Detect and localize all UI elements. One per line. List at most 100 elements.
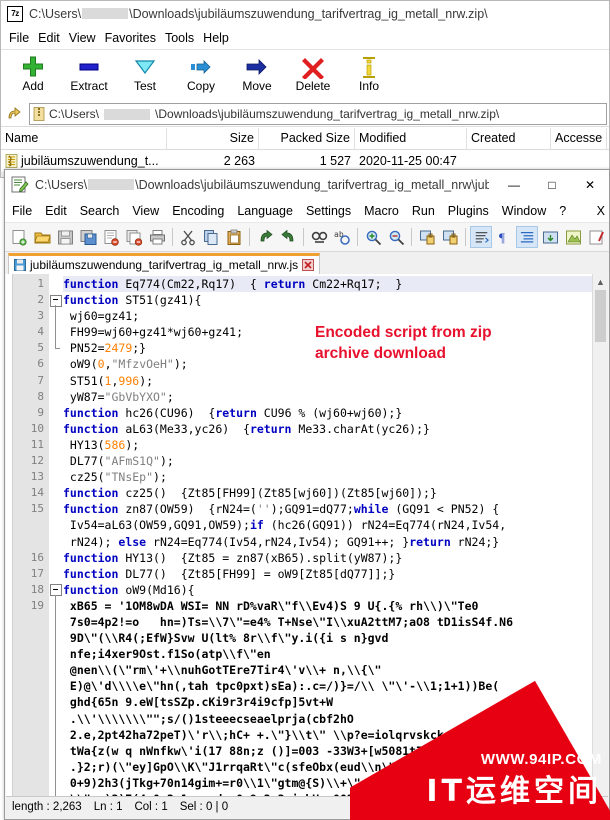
code-line: function cz25() {Zt85[FH99](Zt85[wj60])(… [63, 486, 437, 501]
copy-button[interactable]: Copy [173, 50, 229, 93]
delete-button[interactable]: Delete [285, 50, 341, 93]
sevenzip-addressbar: C:\Users\ \Downloads\jubiläumszuwendung_t… [1, 102, 609, 126]
column-size[interactable]: Size [167, 127, 259, 149]
menu-macro[interactable]: Macro [364, 204, 412, 218]
line-number: 15 [30, 502, 44, 516]
replace-icon[interactable]: ab [331, 226, 353, 248]
user-defined-language-icon[interactable] [539, 226, 561, 248]
column-modified[interactable]: Modified [355, 127, 467, 149]
save-file-icon[interactable] [54, 226, 76, 248]
sync-vertical-scroll-icon[interactable] [416, 226, 438, 248]
paste-icon[interactable] [223, 226, 245, 248]
scroll-thumb[interactable] [595, 290, 606, 342]
fold-toggle-icon[interactable] [49, 582, 63, 599]
close-button[interactable]: ✕ [571, 171, 609, 199]
menu-settings[interactable]: Settings [306, 204, 364, 218]
word-wrap-icon[interactable] [470, 226, 492, 248]
notepadpp-menubar[interactable]: File Edit Search View Encoding Language … [5, 200, 609, 222]
info-button[interactable]: Info [341, 50, 397, 93]
find-icon[interactable] [308, 226, 330, 248]
menu-plugins[interactable]: Plugins [448, 204, 502, 218]
copy-icon[interactable] [200, 226, 222, 248]
minimize-button[interactable]: — [495, 171, 533, 199]
sevenzip-menubar[interactable]: File Edit View Favorites Tools Help [1, 27, 609, 49]
fold-guide [49, 453, 63, 469]
add-button[interactable]: Add [5, 50, 61, 93]
code-editor[interactable]: 1 2 3 4 5 6 7 8 9 10 11 12 13 14 15 16 17 18 19 function E… [6, 274, 608, 797]
maximize-button[interactable]: □ [533, 171, 571, 199]
undo-icon[interactable] [254, 226, 276, 248]
line-number [13, 759, 44, 775]
show-all-characters-icon[interactable]: ¶ [493, 226, 515, 248]
sevenzip-toolbar: Add Extract Test Copy Move Delete Info [1, 49, 609, 102]
move-button[interactable]: Move [229, 50, 285, 93]
close-all-files-icon[interactable] [123, 226, 145, 248]
line-number: 11 [30, 437, 44, 451]
menu-window[interactable]: Window [502, 204, 559, 218]
menu-edit[interactable]: Edit [38, 29, 69, 47]
zoom-in-icon[interactable] [362, 226, 384, 248]
menu-encoding[interactable]: Encoding [172, 204, 237, 218]
menu-tools[interactable]: Tools [165, 29, 203, 47]
editor-vertical-scrollbar[interactable]: ▲ [592, 274, 608, 797]
menu-help[interactable]: ? [559, 204, 579, 218]
menu-favorites[interactable]: Favorites [105, 29, 165, 47]
sevenzip-title-prefix: C:\Users\ [29, 7, 82, 21]
redo-icon[interactable] [277, 226, 299, 248]
line-number: 14 [30, 486, 44, 500]
column-accessed[interactable]: Accesse [551, 127, 607, 149]
fold-toggle-icon[interactable] [49, 292, 63, 310]
menu-language[interactable]: Language [237, 204, 306, 218]
menu-view[interactable]: View [69, 29, 105, 47]
fold-guide [49, 662, 63, 679]
menu-file[interactable]: File [12, 204, 45, 218]
column-name[interactable]: Name [1, 127, 167, 149]
sync-horizontal-scroll-icon[interactable] [439, 226, 461, 248]
function-list-icon[interactable] [585, 226, 607, 248]
code-line: wj60=gz41; [63, 309, 140, 324]
line-number [13, 775, 44, 791]
menu-view[interactable]: View [132, 204, 172, 218]
indent-guide-icon[interactable] [516, 226, 538, 248]
fold-guide [49, 340, 63, 356]
save-all-icon[interactable] [77, 226, 99, 248]
scroll-up-arrow-icon[interactable]: ▲ [593, 274, 608, 289]
move-arrow-icon [245, 54, 269, 80]
document-map-icon[interactable] [562, 226, 584, 248]
open-file-icon[interactable] [31, 226, 53, 248]
code-line: function Eq774(Cm22,Rq17) { return Cm22+… [63, 276, 592, 293]
code-folding-gutter[interactable] [49, 274, 63, 797]
menu-help[interactable]: Help [203, 29, 238, 47]
close-file-icon[interactable] [100, 226, 122, 248]
menu-close-document-button[interactable]: X [597, 204, 609, 218]
new-file-icon[interactable] [8, 226, 30, 248]
menu-file[interactable]: File [9, 29, 38, 47]
print-icon[interactable] [146, 226, 168, 248]
archive-path-input[interactable]: C:\Users\ \Downloads\jubiläumszuwendung_t… [29, 103, 607, 125]
code-line: function oW9(Md16){ [63, 582, 195, 597]
column-created[interactable]: Created [467, 127, 551, 149]
line-number [13, 678, 44, 694]
fold-guide [49, 758, 63, 775]
test-button[interactable]: Test [117, 50, 173, 93]
line-number: 12 [30, 454, 44, 468]
tab-close-icon[interactable] [302, 259, 315, 271]
extract-button[interactable]: Extract [61, 50, 117, 93]
fold-guide [49, 742, 63, 759]
notepadpp-toolbar: ab ¶ [5, 222, 609, 252]
line-number: 2 [37, 293, 44, 307]
cut-icon[interactable] [177, 226, 199, 248]
menu-run[interactable]: Run [412, 204, 448, 218]
code-line: function aL63(Me33,yc26) {return Me33.ch… [63, 421, 430, 436]
code-text-area[interactable]: function Eq774(Cm22,Rq17) { return Cm22+… [63, 274, 592, 797]
notepadpp-title-prefix: C:\Users\ [35, 178, 88, 192]
menu-search[interactable]: Search [80, 204, 133, 218]
up-folder-icon[interactable] [5, 104, 25, 124]
line-number: 8 [37, 389, 44, 403]
line-number: 1 [37, 277, 44, 290]
column-packed-size[interactable]: Packed Size [259, 127, 355, 149]
menu-edit[interactable]: Edit [45, 204, 80, 218]
tab-active-document[interactable]: jubiläumszuwendung_tarifvertrag_ig_metal… [8, 253, 321, 274]
zoom-out-icon[interactable] [385, 226, 407, 248]
fold-guide [49, 389, 63, 405]
